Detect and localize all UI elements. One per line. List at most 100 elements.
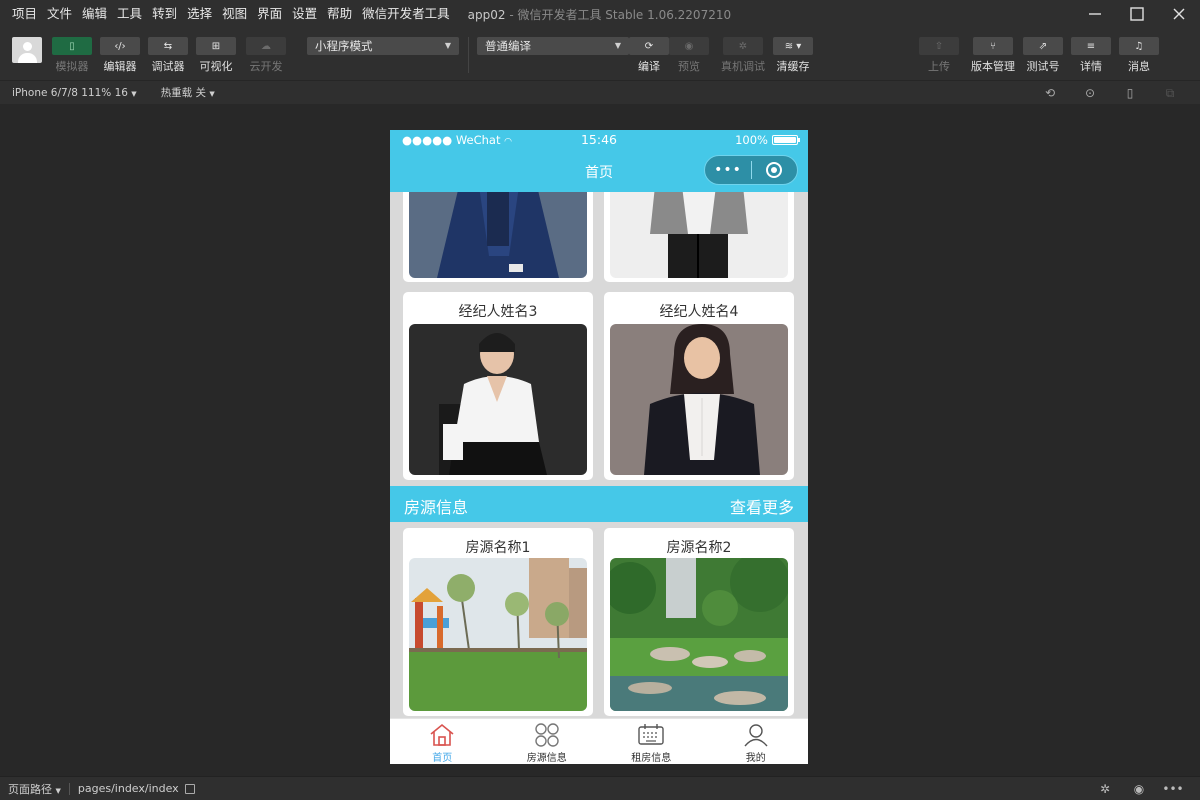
grid-icon [535,723,559,747]
status-footer: 页面路径 ▼ pages/index/index ✲ ◉ ••• [0,776,1200,800]
bug-icon: ✲ [723,37,763,55]
agent-card[interactable] [403,192,593,282]
house-photo-image [610,558,788,711]
page-content[interactable]: 经纪人姓名3 经纪人姓名4 房源信息 查看更多 房源名称1 房源名称2 [390,192,808,718]
version-label: 版本管理 [971,60,1015,73]
menu-tools[interactable]: 工具 [117,0,142,28]
compile-mode-select[interactable]: 普通编译 ▼ [477,37,629,55]
stop-icon[interactable]: ⊙ [1070,86,1110,100]
agent-photo [409,324,587,475]
details-button[interactable]: ≡ 详情 [1071,37,1111,74]
house-section-header: 房源信息 查看更多 [390,486,808,522]
editor-toggle[interactable]: ‹/› 编辑器 [100,37,140,74]
phone-simulator: ●●●●● WeChat ◠ 15:46 100% 首页 ••• 经纪人姓名3 … [390,130,808,764]
menu-interface[interactable]: 界面 [257,0,282,28]
debugger-toggle[interactable]: ⇆ 调试器 [148,37,188,74]
app-name: app02 [467,7,506,22]
simulator-subbar: iPhone 6/7/8 111% 16 ▼ 热重载 关 ▼ ⟲ ⊙ ▯ ⧉ [0,80,1200,104]
eye-icon: ◉ [669,37,709,55]
agent-card-4[interactable]: 经纪人姓名4 [604,292,794,480]
tab-label: 我的 [745,753,766,764]
minimize-button[interactable] [1074,0,1116,28]
clear-cache-button[interactable]: ≋ ▾ 清缓存 [773,37,813,74]
detach-icon[interactable]: ⧉ [1150,86,1190,101]
mini-program-navbar: 首页 ••• [390,150,808,192]
menu-items: 项目 文件 编辑 工具 转到 选择 视图 界面 设置 帮助 微信开发者工具 [0,0,460,28]
mini-program-tabbar: 首页 房源信息 租房信息 我的 [390,718,808,764]
close-target-button[interactable] [752,162,797,178]
more-icon[interactable]: ••• [1156,782,1190,796]
agent-card[interactable] [604,192,794,282]
close-icon [1173,8,1185,20]
agent-card-3[interactable]: 经纪人姓名3 [403,292,593,480]
branch-icon: ⑂ [973,37,1013,55]
more-icon[interactable]: ••• [705,162,751,178]
cloud-toggle[interactable]: ☁ 云开发 [246,37,286,74]
test-account-label: 测试号 [1026,60,1060,73]
page-path-select[interactable]: 页面路径 ▼ [8,781,61,797]
upload-button[interactable]: ⇧ 上传 [919,37,959,74]
page-path-value: pages/index/index [77,782,179,795]
page-path-label: 页面路径 [8,782,52,796]
code-icon: ‹/› [100,37,140,55]
maximize-button[interactable] [1116,0,1158,28]
visual-toggle[interactable]: ⊞ 可视化 [196,37,236,74]
messages-button[interactable]: ♫ 消息 [1119,37,1159,74]
menu-help[interactable]: 帮助 [327,0,352,28]
menu-view[interactable]: 视图 [222,0,247,28]
device-select-value: iPhone 6/7/8 111% 16 [12,86,128,99]
cloud-label: 云开发 [249,60,283,73]
debugger-label: 调试器 [151,60,185,73]
house-name: 房源名称2 [666,540,732,556]
simulator-toggle[interactable]: ▯ 模拟器 [52,37,92,74]
test-account-button[interactable]: ⇗ 测试号 [1023,37,1063,74]
menu-wechat-devtools[interactable]: 微信开发者工具 [362,0,450,28]
tab-rentals[interactable]: 租房信息 [599,719,704,764]
preview-button[interactable]: ◉ 预览 [669,37,709,74]
house-card-2[interactable]: 房源名称2 [604,528,794,716]
menu-file[interactable]: 文件 [47,0,72,28]
window-title: app02 - 微信开发者工具 Stable 1.06.2207210 [468,6,731,23]
house-name: 房源名称1 [465,540,531,556]
home-icon [430,723,454,746]
agent-photo-image [409,324,587,475]
tab-profile[interactable]: 我的 [704,719,809,764]
tab-label: 房源信息 [526,753,567,764]
device-select[interactable]: iPhone 6/7/8 111% 16 ▼ [12,87,137,99]
avatar-head [23,42,32,51]
phone-icon[interactable]: ▯ [1110,86,1150,100]
version-button[interactable]: ⑂ 版本管理 [971,37,1015,74]
compile-button[interactable]: ⟳ 编译 [629,37,669,74]
agent-photo [610,324,788,475]
mode-select[interactable]: 小程序模式 ▼ [307,37,459,55]
close-button[interactable] [1158,0,1200,28]
rotate-icon[interactable]: ⟲ [1030,86,1070,100]
agent-photo [610,192,788,278]
house-card-1[interactable]: 房源名称1 [403,528,593,716]
view-more-link[interactable]: 查看更多 [730,494,794,518]
real-debug-button[interactable]: ✲ 真机调试 [721,37,765,74]
preview-label: 预览 [678,60,700,73]
copy-icon[interactable] [184,783,195,794]
battery-icon [772,135,800,145]
tab-home[interactable]: 首页 [390,719,495,764]
bug-icon[interactable]: ✲ [1088,782,1122,796]
tab-houses[interactable]: 房源信息 [495,719,600,764]
menu-project[interactable]: 项目 [12,0,37,28]
agent-name: 经纪人姓名3 [458,304,538,320]
simulator-actions: ⟲ ⊙ ▯ ⧉ [1030,81,1190,105]
menu-settings[interactable]: 设置 [292,0,317,28]
window-title-text: - 微信开发者工具 Stable 1.06.2207210 [505,7,732,22]
agent-photo-image [409,192,587,278]
battery-status: 100% [735,133,800,147]
hot-reload-value: 热重载 关 [160,87,207,99]
layout-icon: ⊞ [196,37,236,55]
menu-goto[interactable]: 转到 [152,0,177,28]
menu-select[interactable]: 选择 [187,0,212,28]
user-avatar[interactable] [12,37,42,63]
eye-icon[interactable]: ◉ [1122,782,1156,796]
simulator-label: 模拟器 [55,60,89,73]
target-icon [766,162,783,178]
menu-edit[interactable]: 编辑 [82,0,107,28]
hot-reload-select[interactable]: 热重载 关 ▼ [161,85,215,100]
